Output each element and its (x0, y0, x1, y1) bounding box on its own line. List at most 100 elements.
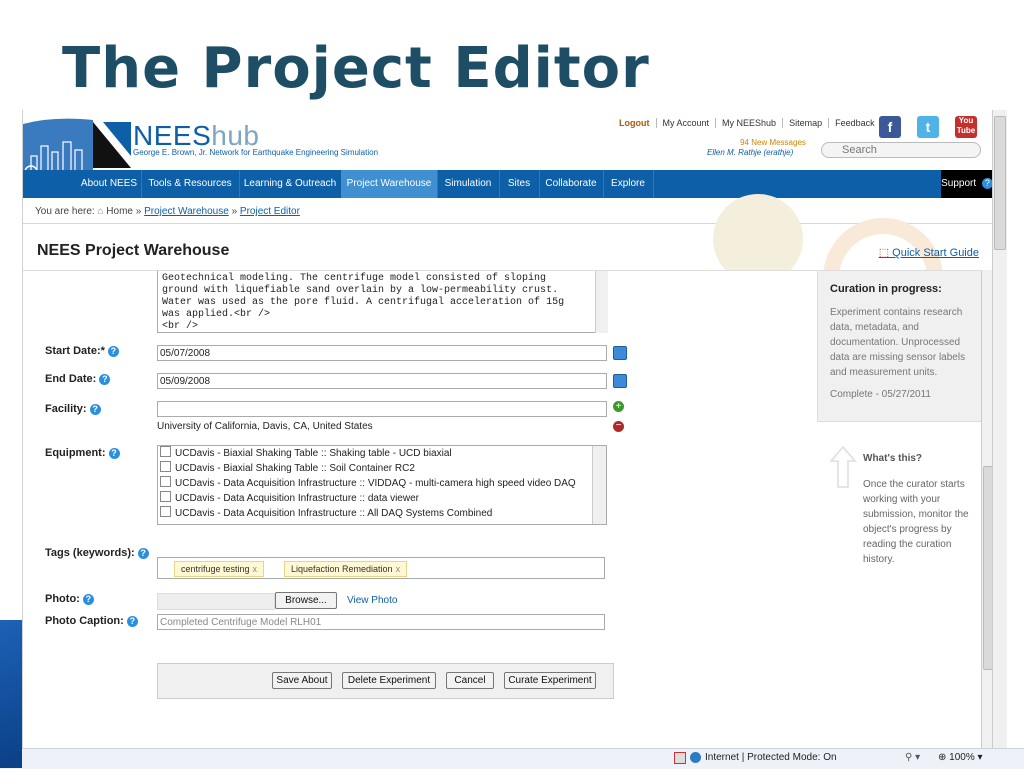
calendar-icon[interactable] (613, 374, 627, 388)
breadcrumb-separator: » (231, 206, 238, 217)
support-button[interactable]: Support ? (941, 170, 993, 198)
facility-label: Facility:? (45, 403, 101, 415)
facility-input[interactable] (157, 401, 607, 417)
feedback-link[interactable]: Feedback (829, 118, 881, 128)
help-icon[interactable]: ? (99, 374, 111, 385)
help-icon[interactable]: ? (89, 404, 101, 415)
checkbox[interactable] (160, 506, 171, 517)
browser-scrollbar[interactable] (992, 110, 1007, 748)
messages-count[interactable]: 94 New Messages (723, 138, 823, 147)
user-name[interactable]: Ellen M. Rathje (erathje) (707, 148, 793, 157)
nees-mark-logo (93, 122, 131, 168)
photo-caption-input[interactable]: Completed Centrifuge Model RLH01 (157, 614, 605, 630)
globe-icon (690, 752, 701, 763)
breadcrumb-project-editor[interactable]: Project Editor (240, 206, 300, 217)
search-input[interactable]: Search (821, 142, 981, 158)
tags-input[interactable]: centrifuge testing x Liquefaction Remedia… (157, 557, 605, 579)
browse-button[interactable]: Browse... (275, 592, 337, 609)
main-nav: About NEES Tools & Resources Learning & … (23, 170, 993, 198)
checkbox[interactable] (160, 461, 171, 472)
equipment-item-label: UCDavis - Data Acquisition Infrastructur… (175, 478, 576, 489)
breadcrumb-home[interactable]: Home (106, 206, 133, 217)
scrollbar-thumb[interactable] (994, 116, 1006, 250)
start-date-label: Start Date:*? (45, 345, 119, 357)
photo-caption-label: Photo Caption:? (45, 615, 138, 627)
facebook-icon[interactable]: f (879, 116, 901, 138)
cancel-button[interactable]: Cancel (446, 672, 494, 689)
end-date-input[interactable]: 05/09/2008 (157, 373, 607, 389)
up-arrow-icon (829, 445, 857, 488)
breadcrumb-separator: » (135, 206, 142, 217)
checkbox[interactable] (160, 446, 171, 457)
delete-experiment-button[interactable]: Delete Experiment (342, 672, 436, 689)
nav-project-warehouse[interactable]: Project Warehouse (341, 170, 438, 198)
nav-simulation[interactable]: Simulation (437, 170, 500, 198)
checkbox[interactable] (160, 476, 171, 487)
equipment-list[interactable]: UCDavis - Biaxial Shaking Table :: Shaki… (157, 445, 607, 525)
lock-icon[interactable]: ⚲ ▾ (905, 752, 920, 763)
equipment-label-text: Equipment: (45, 447, 106, 459)
tag-chip[interactable]: Liquefaction Remediation x (284, 561, 408, 577)
nav-tools-resources[interactable]: Tools & Resources (141, 170, 240, 198)
pdf-icon: ⬚ (878, 247, 890, 259)
photo-label: Photo:? (45, 593, 94, 605)
calendar-icon[interactable] (613, 346, 627, 360)
equipment-scrollbar[interactable] (592, 446, 606, 524)
save-about-button[interactable]: Save About (272, 672, 332, 689)
equipment-item-label: UCDavis - Biaxial Shaking Table :: Shaki… (175, 448, 452, 459)
nav-learning-outreach[interactable]: Learning & Outreach (239, 170, 342, 198)
equipment-item[interactable]: UCDavis - Biaxial Shaking Table :: Soil … (158, 461, 606, 476)
tag-label: centrifuge testing (181, 564, 250, 574)
facility-value: University of California, Davis, CA, Uni… (157, 421, 373, 432)
tag-chip[interactable]: centrifuge testing x (174, 561, 265, 577)
breadcrumb-project-warehouse[interactable]: Project Warehouse (144, 206, 229, 217)
breadcrumb: You are here: ⌂ Home » Project Warehouse… (35, 206, 300, 217)
quick-start-guide-link[interactable]: ⬚ Quick Start Guide (879, 246, 979, 259)
facility-label-text: Facility: (45, 403, 87, 415)
sitemap-link[interactable]: Sitemap (783, 118, 830, 128)
nav-collaborate[interactable]: Collaborate (539, 170, 604, 198)
nav-about-nees[interactable]: About NEES (77, 170, 142, 198)
equipment-item[interactable]: UCDavis - Biaxial Shaking Table :: Shaki… (158, 446, 606, 461)
zoom-level[interactable]: ⊕ 100% ▾ (938, 752, 983, 763)
curate-experiment-button[interactable]: Curate Experiment (504, 672, 596, 689)
nav-sites[interactable]: Sites (499, 170, 540, 198)
help-icon[interactable]: ? (126, 616, 138, 627)
photo-file-path[interactable] (157, 593, 275, 610)
remove-icon[interactable]: − (613, 421, 624, 432)
curation-status-box: Curation in progress: Experiment contain… (817, 271, 983, 422)
start-date-input[interactable]: 05/07/2008 (157, 345, 607, 361)
slide-title: The Project Editor (62, 36, 650, 101)
whats-this-heading: What's this? (863, 453, 923, 464)
description-textarea[interactable]: Geotechnical modeling. The centrifuge mo… (157, 271, 607, 333)
help-icon[interactable]: ? (107, 346, 119, 357)
twitter-icon[interactable]: t (917, 116, 939, 138)
equipment-item-label: UCDavis - Data Acquisition Infrastructur… (175, 493, 419, 504)
equipment-item[interactable]: UCDavis - Data Acquisition Infrastructur… (158, 506, 606, 521)
view-photo-link[interactable]: View Photo (347, 595, 397, 606)
tags-label-text: Tags (keywords): (45, 547, 135, 559)
add-icon[interactable]: + (613, 401, 624, 412)
help-icon[interactable]: ? (137, 548, 149, 559)
my-account-link[interactable]: My Account (656, 118, 717, 128)
help-icon[interactable]: ? (82, 594, 94, 605)
nav-explore[interactable]: Explore (603, 170, 654, 198)
equipment-label: Equipment:? (45, 447, 120, 459)
description-scrollbar[interactable] (595, 271, 608, 333)
remove-tag-icon[interactable]: x (396, 564, 401, 574)
remove-tag-icon[interactable]: x (253, 564, 258, 574)
curation-complete-date: Complete - 05/27/2011 (830, 389, 931, 400)
quick-start-label: Quick Start Guide (892, 247, 979, 259)
logout-link[interactable]: Logout (613, 118, 657, 128)
help-icon[interactable]: ? (108, 448, 120, 459)
equipment-item[interactable]: UCDavis - Data Acquisition Infrastructur… (158, 476, 606, 491)
my-neeshub-link[interactable]: My NEEShub (716, 118, 784, 128)
checkbox[interactable] (160, 491, 171, 502)
equipment-item[interactable]: UCDavis - Data Acquisition Infrastructur… (158, 491, 606, 506)
whats-this-body: Once the curator starts working with you… (863, 479, 969, 565)
start-date-label-text: Start Date:* (45, 345, 105, 357)
home-icon: ⌂ (97, 206, 104, 217)
header-divider (23, 223, 993, 224)
support-label: Support (941, 178, 977, 189)
youtube-icon[interactable]: You Tube (955, 116, 977, 138)
